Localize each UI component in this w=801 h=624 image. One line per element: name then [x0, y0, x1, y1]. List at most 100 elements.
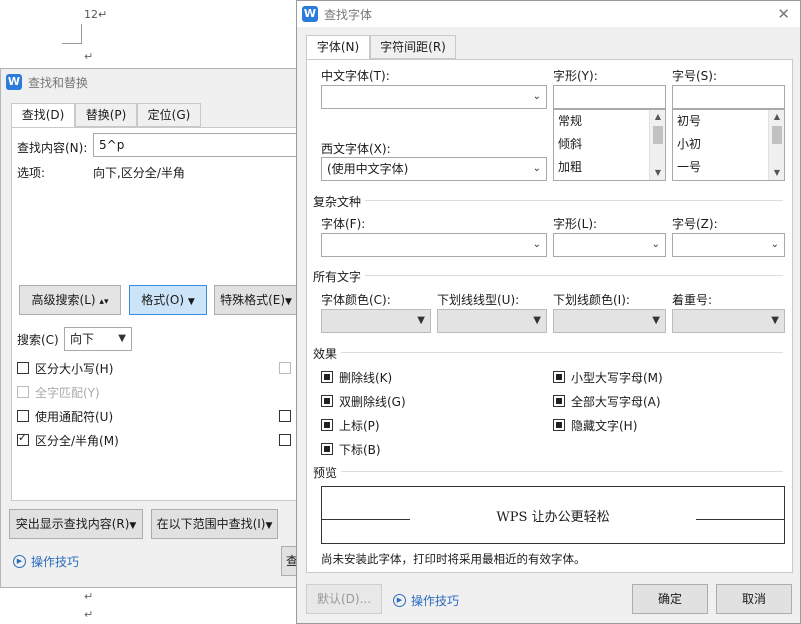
checkbox-box[interactable] [553, 419, 565, 431]
checkbox-box[interactable] [321, 419, 333, 431]
scroll-up-icon[interactable]: ▲ [769, 110, 784, 124]
complex-size-label: 字号(Z): [672, 217, 718, 231]
style-list[interactable]: 常规 倾斜 加粗 ▲ ▼ [553, 109, 666, 181]
highlight-results-button[interactable]: 突出显示查找内容(R)▼ [9, 509, 143, 539]
dropdown-arrow-icon: ▼ [265, 521, 273, 531]
dropdown-arrow-icon: ▼ [652, 315, 660, 326]
tips-link[interactable]: ▶ 操作技巧 [13, 553, 79, 570]
scrollbar[interactable]: ▲ ▼ [649, 110, 665, 180]
complex-size-select[interactable]: ⌄ [672, 233, 785, 257]
complex-font-label: 字体(F): [321, 217, 366, 231]
advanced-search-button[interactable]: 高级搜索(L) ▴▾ [19, 285, 121, 315]
checkbox-wildcards[interactable]: 使用通配符(U) [17, 407, 113, 425]
section-divider [341, 352, 783, 353]
chevron-down-icon: ⌄ [770, 239, 779, 250]
tab-replace[interactable]: 替换(P) [75, 103, 137, 127]
tips-label: 操作技巧 [411, 594, 460, 608]
checkbox-right-partial[interactable] [279, 407, 291, 425]
tips-link[interactable]: ▶ 操作技巧 [393, 592, 459, 609]
checkbox-whole-word[interactable]: 全字匹配(Y) [17, 383, 100, 401]
chinese-font-select[interactable]: ⌄ [321, 85, 547, 109]
paragraph-mark: ↵ [84, 50, 94, 63]
font-color-select[interactable]: ▼ [321, 309, 431, 333]
chevron-down-icon: ⌄ [651, 239, 660, 250]
options-value: 向下,区分全/半角 [93, 166, 185, 180]
scroll-down-icon[interactable]: ▼ [650, 166, 665, 180]
checkbox-double-strikethrough[interactable]: 双删除线(G) [321, 392, 406, 410]
expand-collapse-icon: ▴▾ [99, 297, 109, 307]
paragraph-mark: ↵ [84, 608, 94, 621]
checkbox-box[interactable] [17, 362, 29, 374]
page-number: 12↵ [84, 8, 108, 21]
tab-goto[interactable]: 定位(G) [137, 103, 201, 127]
wps-logo-icon: W [302, 6, 318, 22]
size-list[interactable]: 初号 小初 一号 ▲ ▼ [672, 109, 785, 181]
underline-color-select[interactable]: ▼ [553, 309, 666, 333]
checkbox-small-caps[interactable]: 小型大写字母(M) [553, 368, 663, 386]
tab-find[interactable]: 查找(D) [11, 103, 75, 128]
find-replace-dialog: W 查找和替换 查找(D) 替换(P) 定位(G) 查找内容(N): 5^p 选… [0, 68, 301, 588]
tab-font[interactable]: 字体(N) [306, 35, 370, 60]
checkbox-box[interactable] [321, 371, 333, 383]
checkbox-box[interactable] [17, 386, 29, 398]
checkbox-box[interactable] [279, 362, 291, 374]
play-circle-icon: ▶ [393, 594, 406, 607]
format-button[interactable]: 格式(O) ▼ [129, 285, 207, 315]
scroll-thumb[interactable] [653, 126, 663, 144]
search-direction-select[interactable]: 向下 ▼ [64, 327, 132, 351]
checkbox-box[interactable] [321, 443, 333, 455]
find-in-range-button[interactable]: 在以下范围中查找(I)▼ [151, 509, 278, 539]
checkbox-superscript[interactable]: 上标(P) [321, 416, 380, 434]
find-font-titlebar: W 查找字体 [297, 1, 800, 27]
ok-button[interactable]: 确定 [632, 584, 708, 614]
all-text-section-title: 所有文字 [313, 270, 362, 284]
cancel-button[interactable]: 取消 [716, 584, 792, 614]
emphasis-select[interactable]: ▼ [672, 309, 785, 333]
checkbox-box[interactable] [279, 410, 291, 422]
default-button[interactable]: 默认(D)... [306, 584, 382, 614]
section-divider [341, 471, 783, 472]
scroll-down-icon[interactable]: ▼ [769, 166, 784, 180]
size-input[interactable] [672, 85, 785, 109]
checkbox-box[interactable] [321, 395, 333, 407]
dropdown-arrow-icon: ▼ [285, 297, 292, 307]
checkbox-label: 双删除线(G) [339, 394, 406, 409]
scroll-thumb[interactable] [772, 126, 782, 144]
dialog-title: 查找字体 [324, 7, 373, 22]
checkbox-strikethrough[interactable]: 删除线(K) [321, 368, 392, 386]
underline-color-label: 下划线颜色(I): [553, 293, 630, 307]
special-format-button[interactable]: 特殊格式(E)▼ [214, 285, 298, 315]
western-font-select[interactable]: (使用中文字体) ⌄ [321, 157, 547, 181]
checkbox-box[interactable] [17, 431, 29, 446]
close-icon[interactable]: ✕ [777, 5, 790, 23]
checkbox-right-partial[interactable] [279, 431, 291, 449]
checkbox-box[interactable] [553, 395, 565, 407]
checkbox-all-caps[interactable]: 全部大写字母(A) [553, 392, 661, 410]
checkbox-subscript[interactable]: 下标(B) [321, 440, 381, 458]
preview-box: WPS 让办公更轻松 [321, 486, 785, 544]
checkbox-box[interactable] [553, 371, 565, 383]
style-input[interactable] [553, 85, 666, 109]
checkbox-box[interactable] [17, 410, 29, 422]
find-input[interactable]: 5^p [93, 133, 301, 157]
size-label: 字号(S): [672, 69, 718, 83]
underline-type-select[interactable]: ▼ [437, 309, 547, 333]
checkbox-right-partial[interactable] [279, 359, 291, 377]
chevron-down-icon: ⌄ [532, 91, 541, 102]
complex-font-select[interactable]: ⌄ [321, 233, 547, 257]
checkbox-hidden-text[interactable]: 隐藏文字(H) [553, 416, 637, 434]
preview-section-title: 预览 [313, 466, 338, 480]
tab-char-spacing[interactable]: 字符间距(R) [370, 35, 456, 59]
checkbox-label: 使用通配符(U) [35, 409, 114, 424]
checkbox-box[interactable] [279, 434, 291, 446]
complex-section-title: 复杂文种 [313, 195, 362, 209]
wps-logo-icon: W [6, 74, 22, 90]
dialog-title: 查找和替换 [28, 75, 89, 90]
dropdown-arrow-icon: ▼ [417, 315, 425, 326]
checkbox-match-width[interactable]: 区分全/半角(M) [17, 431, 119, 449]
dropdown-arrow-icon: ▼ [771, 315, 779, 326]
scroll-up-icon[interactable]: ▲ [650, 110, 665, 124]
scrollbar[interactable]: ▲ ▼ [768, 110, 784, 180]
checkbox-match-case[interactable]: 区分大小写(H) [17, 359, 113, 377]
complex-style-select[interactable]: ⌄ [553, 233, 666, 257]
